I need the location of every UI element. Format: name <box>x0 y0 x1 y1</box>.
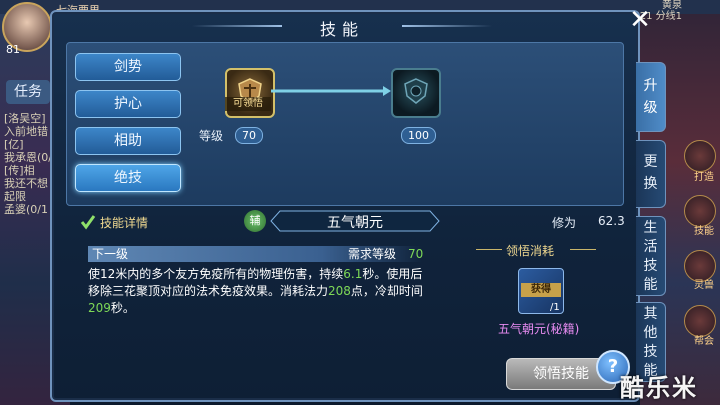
desc-part: 秒。 <box>110 301 135 315</box>
cost-ornament-right <box>570 249 596 250</box>
required-level-label: 需求等级 <box>348 247 397 261</box>
skill-name: 五气朝元 <box>327 215 383 231</box>
desc-part: 使12米内的多个友方免疫所有的物理伤害，持续 <box>88 267 344 281</box>
node-a-level: 70 <box>235 127 263 144</box>
node-b-level: 100 <box>401 127 436 144</box>
desc-duration: 6.1 <box>343 267 363 281</box>
spirit-beast-label: 灵兽 <box>694 280 714 291</box>
item-name: 五气朝元(秘籍) <box>498 322 580 336</box>
tab-char: 能 <box>643 277 658 293</box>
checkmark-icon[interactable] <box>80 214 96 230</box>
title-bar: 技能 <box>192 12 492 40</box>
cultivation-label: 修为 <box>552 216 577 230</box>
aux-type-badge: 辅 <box>244 210 266 232</box>
tab-char: 级 <box>643 100 658 116</box>
tab-upgrade[interactable]: 升 级 <box>636 62 666 132</box>
item-count: /1 <box>550 302 560 313</box>
cost-ornament-left <box>476 249 502 250</box>
category-ultimate[interactable]: 绝技 <box>75 164 181 192</box>
required-level-value: 70 <box>408 247 424 261</box>
watermark-logo: 酷乐米 <box>620 374 698 402</box>
tab-char: 技 <box>643 344 658 360</box>
locked-skill-icon <box>404 78 428 104</box>
desc-part: 点，冷却时间 <box>350 284 423 298</box>
tab-char: 更 <box>643 154 658 170</box>
skill-node-locked[interactable] <box>391 68 441 118</box>
category-guard-heart[interactable]: 护心 <box>75 90 181 118</box>
tab-char: 换 <box>643 176 658 192</box>
skill-panel: 技能 剑势 护心 相助 绝技 可领悟 等级 70 100 技能详情 辅 五气朝元… <box>50 10 640 402</box>
tab-replace[interactable]: 更 换 <box>636 140 666 208</box>
skill-name-frame: 五气朝元 <box>270 210 440 232</box>
guild-label: 帮会 <box>694 336 714 347</box>
skill-detail-label[interactable]: 技能详情 <box>100 214 148 231</box>
next-level-label: 下一级 <box>92 247 129 261</box>
cultivation-value: 62.3 <box>598 214 625 228</box>
tab-char: 生 <box>643 220 658 236</box>
tab-char: 升 <box>643 78 658 94</box>
arrow-right-icon <box>271 86 391 96</box>
tab-char: 技 <box>643 258 658 274</box>
skill-tree-area: 剑势 护心 相助 绝技 可领悟 等级 70 100 <box>66 42 624 206</box>
tab-char: 活 <box>643 239 658 255</box>
tab-char: 其 <box>643 306 658 322</box>
desc-cooldown: 209 <box>88 301 111 315</box>
tab-char: 他 <box>643 325 658 341</box>
item-obtain-tag: 获得 <box>521 283 561 297</box>
forge-label: 打造 <box>694 172 714 183</box>
task-tab[interactable]: 任务 <box>6 80 50 104</box>
tab-life-skills[interactable]: 生 活 技 能 <box>636 216 666 296</box>
category-assist[interactable]: 相助 <box>75 127 181 155</box>
skill-detail-area: 技能详情 辅 五气朝元 修为 62.3 下一级 需求等级 70 使12米内的多个… <box>66 208 625 394</box>
skill-menu-label: 技能 <box>694 226 714 237</box>
category-sword-stance[interactable]: 剑势 <box>75 53 181 81</box>
node-learnable-caption: 可领悟 <box>225 97 271 111</box>
cost-title: 领悟消耗 <box>506 244 555 258</box>
level-label: 等级 <box>199 129 224 143</box>
desc-mana: 208 <box>328 284 351 298</box>
close-icon[interactable]: ✕ <box>626 6 654 34</box>
skill-description: 使12米内的多个友方免疫所有的物理伤害，持续6.1秒。使用后移除三花聚顶对应的法… <box>88 266 432 317</box>
player-level: 81 <box>6 43 20 56</box>
panel-title: 技能 <box>319 20 364 39</box>
